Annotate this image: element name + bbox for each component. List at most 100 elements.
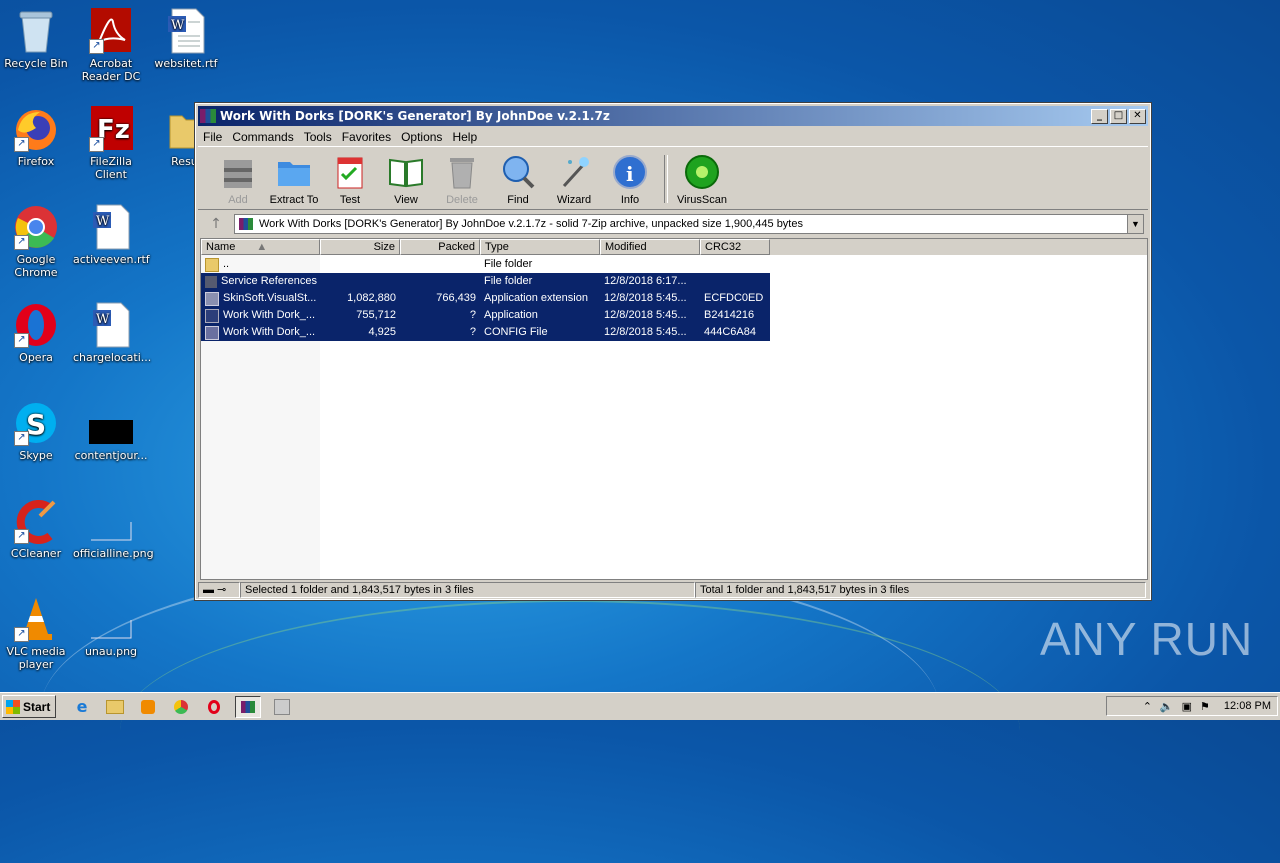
show-hidden-icons-icon[interactable]: ⌃	[1143, 700, 1152, 713]
toolbar-virusscan-button[interactable]: VirusScan	[674, 154, 730, 209]
clock[interactable]: 12:08 PM	[1224, 700, 1271, 712]
desktop-icon-chargelocati[interactable]: W chargelocati...	[73, 302, 151, 364]
file-name-cell: ..	[201, 256, 320, 273]
file-type-cell: Application extension	[484, 292, 588, 304]
desktop-icon-contentjour[interactable]: contentjour...	[73, 400, 149, 462]
toolbar-label: Info	[620, 194, 640, 206]
explorer-folder-icon[interactable]	[103, 697, 127, 717]
desktop-icon-label: Google Chrome	[14, 253, 58, 279]
shortcut-arrow-icon: ↗	[14, 137, 29, 152]
volume-icon[interactable]: 🔈	[1160, 700, 1174, 713]
extract-icon	[276, 154, 312, 190]
opera-taskbar-icon[interactable]	[202, 697, 226, 717]
menu-tools[interactable]: Tools	[299, 130, 337, 144]
desktop-icon-chrome[interactable]: ↗ Google Chrome	[0, 204, 74, 279]
firefox-icon: ↗	[14, 106, 58, 152]
toolbar-separator	[664, 155, 668, 203]
window-titlebar[interactable]: Work With Dorks [DORK's Generator] By Jo…	[198, 106, 1148, 126]
skype-icon: S ↗	[14, 400, 58, 446]
network-icon[interactable]: ▣	[1182, 700, 1192, 713]
column-header-size[interactable]: Size	[320, 239, 400, 255]
desktop-icon-label: Acrobat Reader DC	[81, 57, 141, 83]
desktop-icon-label: officialline.png	[73, 547, 154, 560]
chrome-taskbar-icon[interactable]	[169, 697, 193, 717]
file-row[interactable]: SkinSoft.VisualSt... 1,082,880 766,439 A…	[201, 290, 770, 307]
column-header-name[interactable]: Name ▲	[201, 239, 320, 255]
toolbar-label: Extract To	[269, 194, 319, 206]
desktop-icon-acrobat[interactable]: ↗ Acrobat Reader DC	[73, 8, 149, 83]
file-type-cell: CONFIG File	[484, 326, 548, 338]
desktop-icon-officialline-png[interactable]: officialline.png	[73, 498, 154, 560]
file-row[interactable]: Work With Dork_... 755,712 ? Application…	[201, 307, 770, 324]
address-path-field[interactable]: Work With Dorks [DORK's Generator] By Jo…	[234, 214, 1144, 234]
internet-explorer-icon[interactable]: e	[70, 697, 94, 717]
desktop-icon-websitet-rtf[interactable]: W websitet.rtf	[148, 8, 224, 70]
desktop-icon-activeeven-rtf[interactable]: W activeeven.rtf	[73, 204, 150, 266]
menu-help[interactable]: Help	[447, 130, 482, 144]
column-header-type[interactable]: Type	[480, 239, 600, 255]
action-center-flag-icon[interactable]: ⚑	[1200, 700, 1210, 713]
svg-text:i: i	[626, 162, 634, 186]
menu-commands[interactable]: Commands	[227, 130, 298, 144]
desktop-icon-opera[interactable]: ↗ Opera	[0, 302, 74, 364]
desktop-icon-firefox[interactable]: ↗ Firefox	[0, 106, 74, 168]
desktop-icon-label: Opera	[19, 351, 53, 364]
desktop-icon-label: Recycle Bin	[4, 57, 68, 70]
menu-file[interactable]: File	[198, 130, 227, 144]
file-crc-cell	[700, 273, 770, 290]
status-total: Total 1 folder and 1,843,517 bytes in 3 …	[695, 582, 1146, 598]
close-button[interactable]: ✕	[1129, 108, 1146, 124]
desktop-icon-label: FileZilla Client	[90, 155, 132, 181]
image-file-icon	[89, 596, 133, 642]
desktop-icon-label: VLC media player	[6, 645, 66, 671]
file-modified-cell	[600, 256, 700, 273]
status-bar: ▬ ⊸ Selected 1 folder and 1,843,517 byte…	[198, 582, 1148, 598]
up-arrow-icon[interactable]: ↑	[198, 216, 234, 232]
delete-icon	[444, 154, 480, 190]
toolbar-find-button[interactable]: Find	[490, 154, 546, 209]
toolbar-info-button[interactable]: i Info	[602, 154, 658, 209]
desktop-icon-label: Skype	[19, 449, 53, 462]
window-title: Work With Dorks [DORK's Generator] By Jo…	[220, 109, 610, 123]
toolbar-wizard-button[interactable]: Wizard	[546, 154, 602, 209]
file-modified-cell: 12/8/2018 5:45...	[604, 292, 687, 304]
minimize-button[interactable]: _	[1091, 108, 1108, 124]
maximize-button[interactable]: □	[1110, 108, 1127, 124]
toolbar-test-button[interactable]: Test	[322, 154, 378, 209]
desktop-icon-recycle-bin[interactable]: Recycle Bin	[0, 8, 74, 70]
chrome-icon: ↗	[14, 204, 58, 250]
desktop-icon-label: CCleaner	[10, 547, 62, 560]
file-list[interactable]: Name ▲ Size Packed Type Modified CRC32 .…	[200, 238, 1148, 580]
menu-options[interactable]: Options	[396, 130, 447, 144]
column-header-packed[interactable]: Packed	[400, 239, 480, 255]
column-header-modified[interactable]: Modified	[600, 239, 700, 255]
toolbar-delete-button[interactable]: Delete	[434, 154, 490, 209]
wizard-icon	[556, 154, 592, 190]
column-header-crc32[interactable]: CRC32	[700, 239, 770, 255]
status-selected: Selected 1 folder and 1,843,517 bytes in…	[240, 582, 695, 598]
archive-icon	[239, 218, 253, 230]
file-row[interactable]: Service References File folder 12/8/2018…	[201, 273, 770, 290]
file-name-cell: Service References	[201, 273, 320, 290]
menu-favorites[interactable]: Favorites	[337, 130, 396, 144]
file-row-parent[interactable]: .. File folder	[201, 256, 770, 273]
toolbar-label: Delete	[446, 194, 478, 206]
archive-window[interactable]: Work With Dorks [DORK's Generator] By Jo…	[194, 102, 1152, 601]
start-button[interactable]: Start	[2, 695, 56, 718]
media-player-icon[interactable]	[136, 697, 160, 717]
toolbar-add-button[interactable]: Add	[210, 154, 266, 209]
desktop-icon-filezilla[interactable]: Fz ↗ FileZilla Client	[73, 106, 149, 181]
app-taskbar-icon[interactable]	[270, 697, 294, 717]
chevron-down-icon[interactable]: ▼	[1127, 215, 1143, 233]
toolbar-view-button[interactable]: View	[378, 154, 434, 209]
desktop-icon-vlc[interactable]: ↗ VLC media player	[0, 596, 74, 671]
desktop-icon-ccleaner[interactable]: ↗ CCleaner	[0, 498, 74, 560]
desktop-icon-unau-png[interactable]: unau.png	[73, 596, 149, 658]
desktop-icon-skype[interactable]: S ↗ Skype	[0, 400, 74, 462]
shortcut-arrow-icon: ↗	[14, 235, 29, 250]
toolbar-extract-button[interactable]: Extract To	[266, 154, 322, 209]
taskbar: Start e ⌃ 🔈 ▣ ⚑ 12:08 PM	[0, 692, 1280, 720]
winrar-taskbar-button[interactable]	[235, 695, 261, 718]
file-modified-cell: 12/8/2018 5:45...	[604, 326, 687, 338]
file-row[interactable]: Work With Dork_... 4,925 ? CONFIG File 1…	[201, 324, 770, 341]
